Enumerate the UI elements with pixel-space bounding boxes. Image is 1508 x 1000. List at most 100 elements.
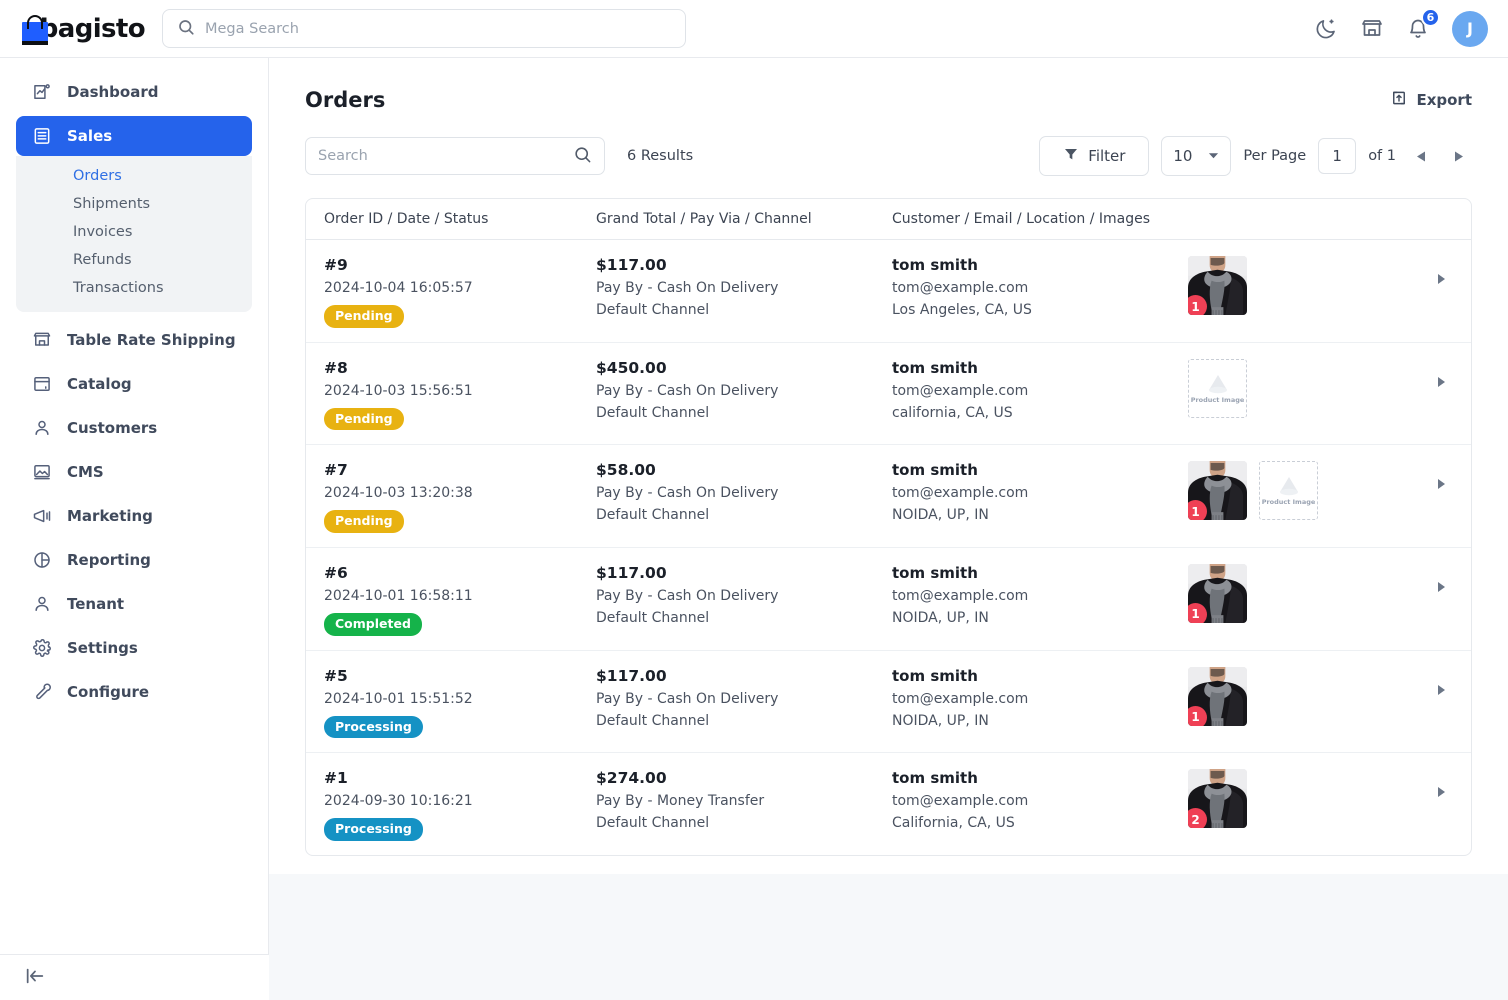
pay-via: Pay By - Money Transfer xyxy=(596,793,765,810)
table-body: #9 2024-10-04 16:05:57 Pending $117.00 P… xyxy=(306,240,1471,855)
order-id: #1 xyxy=(324,769,348,788)
cell-order: #6 2024-10-01 16:58:11 Completed xyxy=(306,564,596,636)
sidebar-item-label: Catalog xyxy=(67,375,132,393)
sidebar-item-dashboard[interactable]: Dashboard xyxy=(16,72,252,112)
cell-total: $274.00 Pay By - Money Transfer Default … xyxy=(596,769,892,837)
sidebar-item-shipments[interactable]: Shipments xyxy=(16,190,252,218)
cell-total: $58.00 Pay By - Cash On Delivery Default… xyxy=(596,461,892,529)
avatar[interactable]: J xyxy=(1452,10,1488,47)
filter-label: Filter xyxy=(1088,147,1126,165)
page-number-input[interactable] xyxy=(1318,138,1357,174)
product-thumbnail[interactable]: 1 xyxy=(1188,256,1247,315)
notification-badge: 6 xyxy=(1421,7,1440,27)
main-content: Orders Export Search 6 Results Filter 10… xyxy=(269,58,1508,1000)
sidebar-nav: Dashboard Sales Orders Shipments Invoice… xyxy=(0,72,268,712)
table-row[interactable]: #5 2024-10-01 15:51:52 Processing $117.0… xyxy=(306,651,1471,754)
sidebar-item-tenant[interactable]: Tenant xyxy=(16,584,252,624)
cell-order: #9 2024-10-04 16:05:57 Pending xyxy=(306,256,596,328)
pay-via: Pay By - Cash On Delivery xyxy=(596,382,779,399)
row-expand-chevron-right-icon[interactable] xyxy=(1437,274,1445,284)
sidebar-item-cms[interactable]: CMS xyxy=(16,452,252,492)
channel: Default Channel xyxy=(596,404,710,421)
sidebar-item-label: Marketing xyxy=(67,507,153,525)
bell-icon[interactable]: 6 xyxy=(1406,7,1440,41)
store-icon[interactable] xyxy=(1360,17,1384,41)
export-button[interactable]: Export xyxy=(1390,89,1472,111)
product-thumbnail[interactable]: 1 xyxy=(1188,563,1247,623)
customer-location: California, CA, US xyxy=(892,815,1015,832)
column-header-customer: Customer / Email / Location / Images xyxy=(892,211,1151,227)
cell-customer: tom smith tom@example.com california, CA… xyxy=(892,359,1182,427)
sidebar-item-label: Sales xyxy=(67,127,113,145)
product-thumbnail[interactable]: 1 xyxy=(1188,461,1247,521)
sidebar-item-invoices[interactable]: Invoices xyxy=(16,218,252,246)
mega-search[interactable] xyxy=(162,9,686,48)
product-thumbnail[interactable]: 2 xyxy=(1188,769,1247,829)
sidebar-item-reporting[interactable]: Reporting xyxy=(16,540,252,580)
cell-total: $117.00 Pay By - Cash On Delivery Defaul… xyxy=(596,564,892,632)
sidebar-item-catalog[interactable]: Catalog xyxy=(16,364,252,404)
customer-location: NOIDA, UP, IN xyxy=(892,507,989,524)
grid-toolbar: 6 Results Filter 10 xyxy=(287,116,1490,176)
sidebar-item-configure[interactable]: Configure xyxy=(16,672,252,712)
order-date: 2024-10-03 15:56:51 xyxy=(324,382,473,399)
search-box[interactable] xyxy=(305,137,605,175)
store-icon xyxy=(31,330,52,351)
per-page-value: 10 xyxy=(1173,147,1193,165)
quantity-badge: 2 xyxy=(1188,808,1207,829)
customer-email: tom@example.com xyxy=(892,280,1029,296)
sidebar-item-transactions[interactable]: Transactions xyxy=(16,274,252,302)
customer-name: tom smith xyxy=(892,256,978,274)
brand-logo[interactable]: bagisto xyxy=(0,13,146,45)
total-pages-label: of 1 xyxy=(1368,148,1396,164)
sidebar-item-label: Reporting xyxy=(67,551,151,569)
table-row[interactable]: #9 2024-10-04 16:05:57 Pending $117.00 P… xyxy=(306,240,1471,343)
catalog-icon xyxy=(31,374,52,395)
row-expand-chevron-right-icon[interactable] xyxy=(1437,376,1445,387)
grand-total: $274.00 xyxy=(596,769,667,788)
sidebar-item-table-rate-shipping[interactable]: Table Rate Shipping xyxy=(16,320,252,360)
cell-actions xyxy=(1411,359,1471,387)
sidebar-item-marketing[interactable]: Marketing xyxy=(16,496,252,536)
gear-icon xyxy=(31,638,52,659)
collapse-sidebar-button[interactable] xyxy=(0,954,269,1000)
order-id: #5 xyxy=(324,666,348,685)
row-expand-chevron-right-icon[interactable] xyxy=(1437,787,1445,798)
row-expand-chevron-right-icon[interactable] xyxy=(1437,581,1445,592)
product-thumbnail[interactable]: 1 xyxy=(1188,666,1247,726)
customer-location: california, CA, US xyxy=(892,404,1013,421)
row-expand-chevron-right-icon[interactable] xyxy=(1437,479,1445,490)
cell-customer: tom smith tom@example.com NOIDA, UP, IN xyxy=(892,461,1182,529)
sidebar-item-orders[interactable]: Orders xyxy=(16,162,252,190)
cell-images: 1 xyxy=(1182,563,1411,623)
customer-email: tom@example.com xyxy=(892,382,1029,399)
next-page-button[interactable] xyxy=(1446,143,1472,169)
sidebar-item-refunds[interactable]: Refunds xyxy=(16,246,252,274)
row-expand-chevron-right-icon[interactable] xyxy=(1437,684,1445,695)
bagisto-bag-icon xyxy=(20,13,48,45)
mega-search-input[interactable] xyxy=(205,20,671,37)
prev-page-button[interactable] xyxy=(1408,143,1434,169)
moon-icon[interactable] xyxy=(1314,17,1338,41)
table-row[interactable]: #6 2024-10-01 16:58:11 Completed $117.00… xyxy=(306,548,1471,651)
status-badge: Processing xyxy=(324,818,423,841)
sidebar-item-customers[interactable]: Customers xyxy=(16,408,252,448)
sidebar-item-settings[interactable]: Settings xyxy=(16,628,252,668)
search-icon[interactable] xyxy=(573,145,592,168)
search-input[interactable] xyxy=(318,148,567,164)
cell-actions xyxy=(1411,461,1471,490)
per-page-select[interactable]: 10 xyxy=(1161,136,1232,176)
search-icon xyxy=(177,18,195,40)
filter-button[interactable]: Filter xyxy=(1039,136,1150,176)
customer-email: tom@example.com xyxy=(892,587,1029,604)
cell-actions xyxy=(1411,667,1471,695)
cell-order: #8 2024-10-03 15:56:51 Pending xyxy=(306,359,596,431)
order-date: 2024-10-01 16:58:11 xyxy=(324,587,473,604)
pay-via: Pay By - Cash On Delivery xyxy=(596,690,779,707)
customer-location: NOIDA, UP, IN xyxy=(892,712,989,729)
table-row[interactable]: #7 2024-10-03 13:20:38 Pending $58.00 Pa… xyxy=(306,445,1471,548)
table-row[interactable]: #1 2024-09-30 10:16:21 Processing $274.0… xyxy=(306,753,1471,855)
order-id: #9 xyxy=(324,256,348,274)
sidebar-item-sales[interactable]: Sales xyxy=(16,116,252,156)
table-row[interactable]: #8 2024-10-03 15:56:51 Pending $450.00 P… xyxy=(306,343,1471,446)
